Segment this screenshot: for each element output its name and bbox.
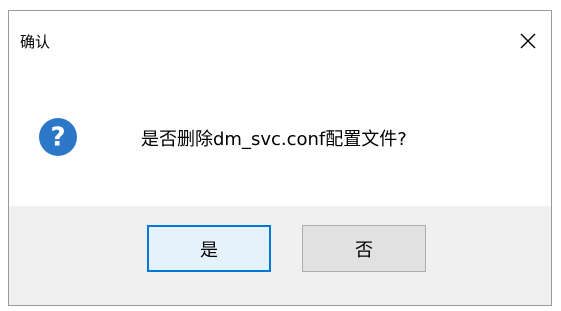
close-icon xyxy=(520,33,536,49)
dialog-title: 确认 xyxy=(20,33,51,51)
close-button[interactable] xyxy=(515,28,541,54)
confirmation-message: 是否删除dm_svc.conf配置文件? xyxy=(141,129,407,150)
yes-button-label: 是 xyxy=(200,239,218,261)
no-button[interactable]: 否 xyxy=(302,225,426,272)
dialog-body: ? 是否删除dm_svc.conf配置文件? xyxy=(9,70,551,206)
confirm-dialog: 确认 ? 是否删除dm_svc.conf配置文件? 是 否 xyxy=(8,10,552,306)
question-icon: ? xyxy=(39,118,77,156)
no-button-label: 否 xyxy=(355,239,373,261)
yes-button[interactable]: 是 xyxy=(147,225,271,272)
svg-text:?: ? xyxy=(50,123,65,153)
title-bar: 确认 xyxy=(9,11,551,70)
